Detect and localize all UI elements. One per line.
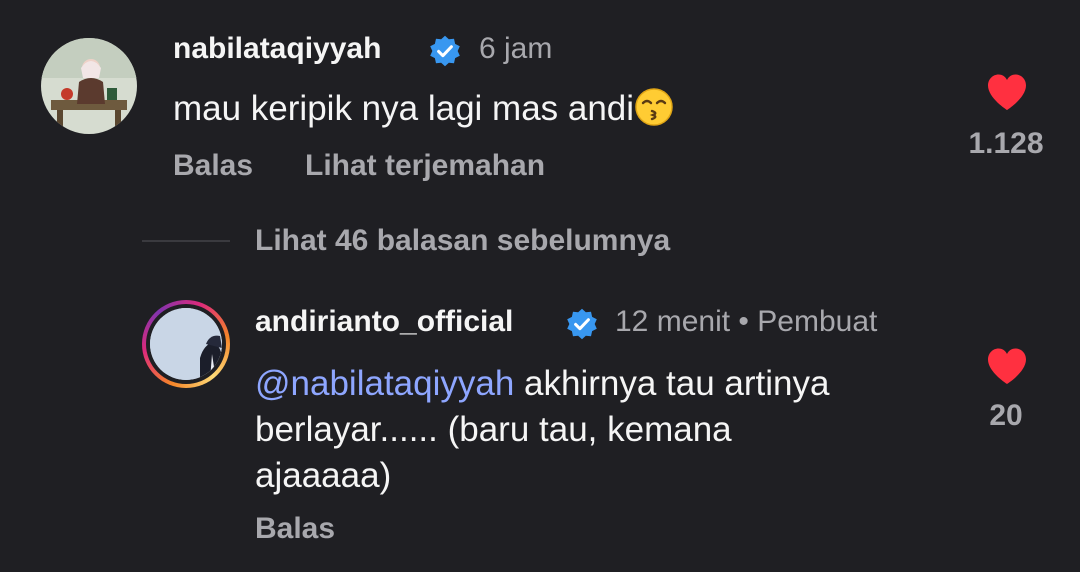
- see-translation-button[interactable]: Lihat terjemahan: [305, 149, 545, 183]
- view-previous-replies-button[interactable]: Lihat 46 balasan sebelumnya: [255, 224, 670, 258]
- comment-line: @nabilataqiyyah akhirnya tau artinya: [255, 361, 955, 407]
- comment-username[interactable]: nabilataqiyyah: [173, 32, 381, 66]
- comment-username[interactable]: andirianto_official: [255, 305, 513, 339]
- like-count: 1.128: [968, 127, 1044, 160]
- comment-text: mau keripik nya lagi mas andi: [173, 86, 674, 132]
- like-button[interactable]: [986, 73, 1028, 111]
- mention-link[interactable]: @nabilataqiyyah: [255, 364, 514, 403]
- comment-timestamp: 6 jam: [479, 32, 553, 65]
- comment-timestamp: 12 menit: [615, 305, 731, 338]
- heart-filled-icon: [988, 74, 1026, 110]
- avatar[interactable]: [41, 38, 137, 134]
- comment-body: akhirnya tau artinya: [514, 364, 830, 403]
- profile-photo-icon: [41, 38, 137, 134]
- comment-text: @nabilataqiyyah akhirnya tau artinya ber…: [255, 361, 955, 499]
- comment-line: berlayar...... (baru tau, kemana: [255, 410, 732, 449]
- heart-filled-icon: [988, 348, 1026, 384]
- verified-badge-icon: [565, 307, 599, 341]
- profile-photo-icon: [150, 308, 222, 380]
- like-count: 20: [989, 399, 1023, 432]
- verified-badge-icon: [428, 34, 462, 68]
- kissing-face-emoji-icon: [634, 87, 674, 127]
- creator-label: Pembuat: [757, 305, 878, 338]
- avatar-with-story-ring[interactable]: [142, 300, 230, 388]
- avatar: [150, 308, 222, 380]
- replies-divider: [142, 240, 230, 242]
- meta-separator: •: [738, 305, 749, 338]
- reply-button[interactable]: Balas: [173, 149, 253, 183]
- like-button[interactable]: [986, 347, 1028, 385]
- comment-meta: 12 menit • Pembuat: [615, 305, 877, 339]
- reply-button[interactable]: Balas: [255, 512, 335, 546]
- comment-line: ajaaaaa): [255, 456, 392, 495]
- comment-body: mau keripik nya lagi mas andi: [173, 89, 635, 128]
